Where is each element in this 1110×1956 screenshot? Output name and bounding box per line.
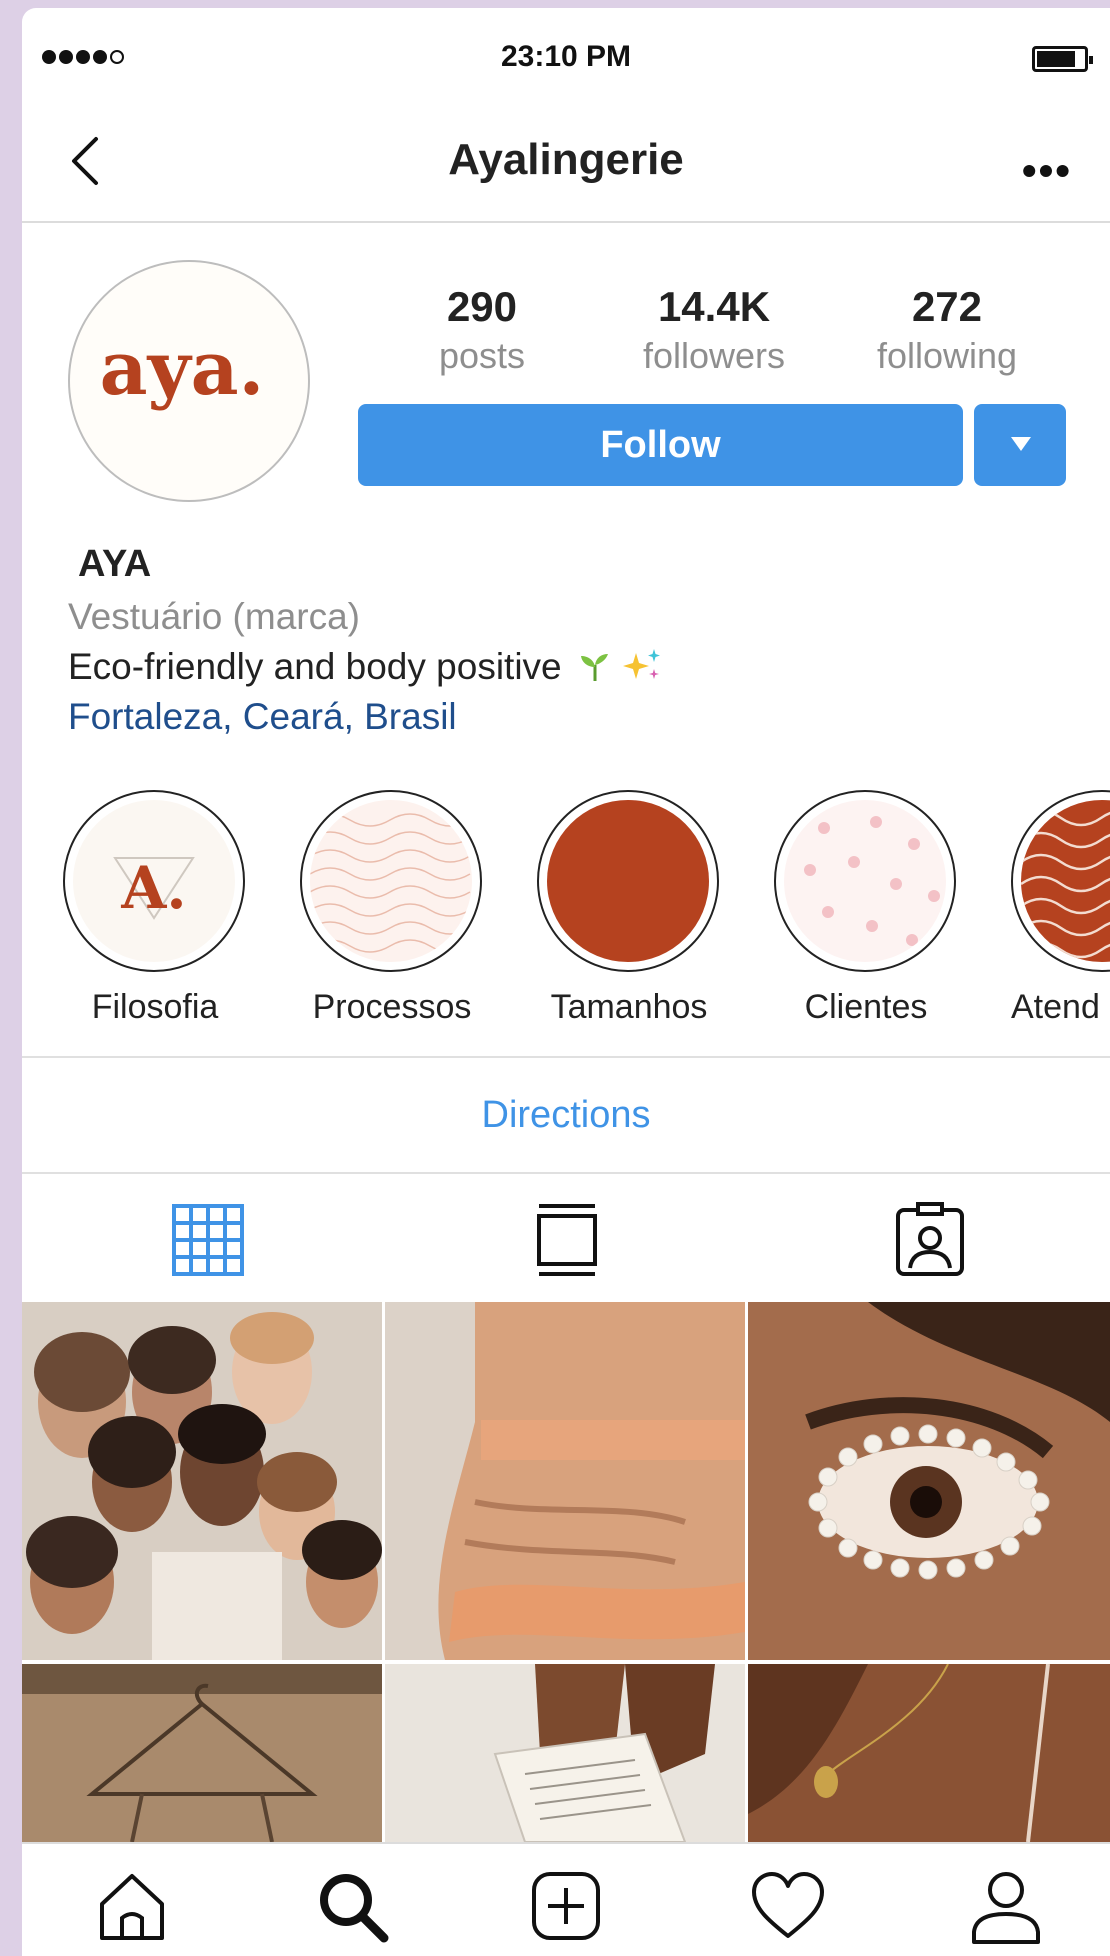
post-thumbnail[interactable] [748, 1302, 1110, 1660]
story-highlights: A. Filosofia Processos Tamanhos Clientes… [22, 790, 1110, 1030]
heart-icon[interactable] [748, 1866, 828, 1946]
highlight-label: Processos [312, 988, 472, 1026]
seedling-icon [580, 654, 608, 681]
highlight-ring [1011, 790, 1110, 972]
group-portrait-image [22, 1302, 382, 1660]
torso-lingerie-image [385, 1302, 745, 1660]
hanger-linen-image [22, 1664, 382, 1842]
status-bar: 23:10 PM [22, 8, 1110, 113]
avatar[interactable]: aya. [68, 260, 310, 502]
highlight-ring [300, 790, 482, 972]
tagged-icon[interactable] [890, 1200, 970, 1280]
solid-rust-icon [547, 800, 709, 962]
brand-logo: aya. [100, 326, 265, 412]
profile-location-link[interactable]: Fortaleza, Ceará, Brasil [68, 696, 1068, 738]
add-post-icon[interactable] [526, 1866, 606, 1946]
profile-description: Eco-friendly and body positive [68, 646, 1068, 688]
necklace-image [748, 1664, 1110, 1842]
followers-count: 14.4K [657, 283, 771, 330]
directions-button[interactable]: Directions [22, 1056, 1110, 1174]
bio-text: Eco-friendly and body positive [68, 646, 562, 687]
status-time: 23:10 PM [500, 40, 632, 73]
waves-pattern-icon [310, 813, 471, 953]
highlight-ring: A. [63, 790, 245, 972]
search-icon[interactable] [312, 1866, 392, 1946]
profile-icon[interactable] [966, 1866, 1046, 1946]
post-thumbnail[interactable] [385, 1664, 745, 1842]
post-thumbnail[interactable] [22, 1302, 382, 1660]
highlight-label: Atend [1011, 988, 1100, 1026]
caret-down-icon [1011, 437, 1031, 451]
profile-category: Vestuário (marca) [68, 596, 360, 637]
stat-following[interactable]: 272 following [837, 283, 1057, 377]
following-count: 272 [911, 283, 983, 330]
grid-icon[interactable] [168, 1200, 248, 1280]
highlight-filosofia-mark: A. [120, 854, 186, 922]
profile-bio: AYA Vestuário (marca) Eco-friendly and b… [68, 543, 1068, 738]
following-label: following [876, 335, 1018, 376]
highlight-filosofia-icon: A. [113, 854, 195, 922]
post-thumbnail[interactable] [748, 1664, 1110, 1842]
post-thumbnail[interactable] [385, 1302, 745, 1660]
post-thumbnail[interactable] [22, 1664, 382, 1842]
feed-icon[interactable] [527, 1200, 607, 1280]
flowers-pattern-icon [798, 816, 940, 952]
stat-posts[interactable]: 290 posts [372, 283, 592, 377]
nav-bar: Ayalingerie ••• [22, 113, 1110, 223]
profile-name: AYA [78, 543, 152, 585]
avatar-logo-text: aya. [100, 326, 265, 412]
profile-stats: 290 posts 14.4K followers 272 following [382, 283, 1042, 383]
suggestions-dropdown-button[interactable] [974, 404, 1066, 486]
battery-icon [1032, 46, 1093, 72]
bottom-navigation [22, 1842, 1110, 1956]
more-horizontal-icon[interactable]: ••• [1022, 147, 1072, 195]
sparkles-icon [623, 649, 661, 679]
highlight-ring [537, 790, 719, 972]
follow-button[interactable]: Follow [358, 404, 963, 486]
posts-count: 290 [446, 283, 518, 330]
eye-pearls-image [748, 1302, 1110, 1660]
post-grid [22, 1302, 1110, 1842]
home-icon[interactable] [92, 1866, 172, 1946]
highlight-ring [774, 790, 956, 972]
page-title: Ayalingerie [448, 135, 684, 184]
profile-tabs [22, 1174, 1110, 1302]
book-legs-image [385, 1664, 745, 1842]
phone-screen: 23:10 PM Ayalingerie ••• aya. 290 posts … [22, 8, 1110, 1956]
highlight-label: Clientes [804, 988, 928, 1026]
highlight-label: Filosofia [91, 988, 219, 1026]
posts-label: posts [438, 335, 526, 376]
followers-label: followers [642, 335, 786, 376]
highlight-label: Tamanhos [550, 988, 708, 1026]
waves-rust-pattern-icon [1021, 809, 1110, 959]
stat-followers[interactable]: 14.4K followers [604, 283, 824, 377]
